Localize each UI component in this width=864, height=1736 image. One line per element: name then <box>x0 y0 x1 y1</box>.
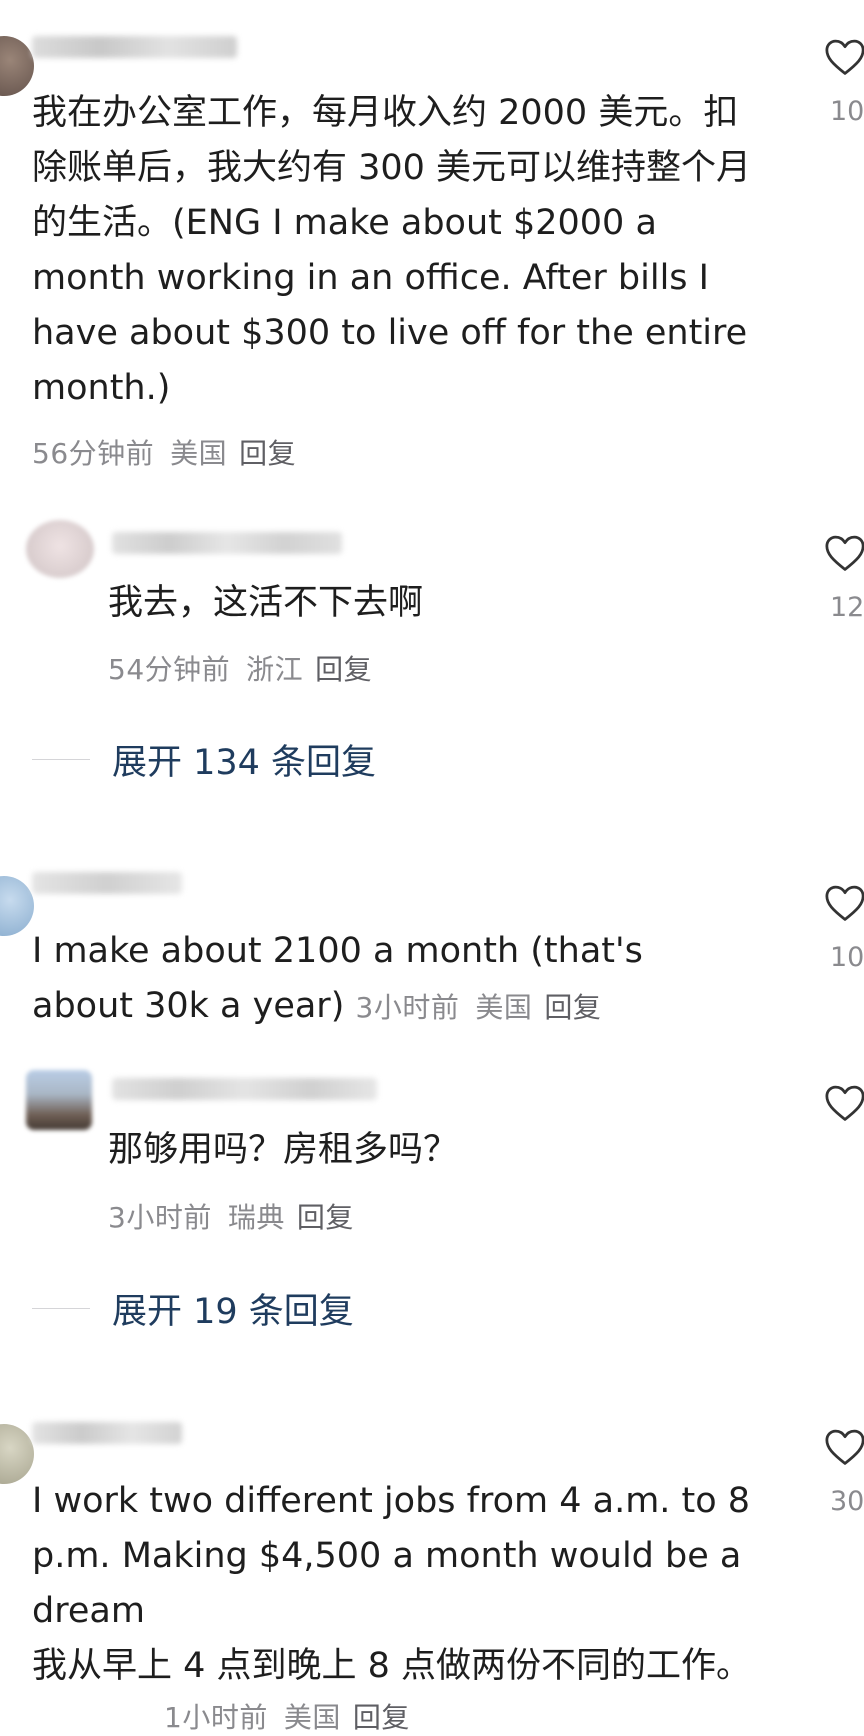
expand-replies-label: 展开 19 条回复 <box>112 1292 354 1332</box>
reply-button[interactable]: 回复 <box>239 437 296 470</box>
comment-region: 美国 <box>170 437 228 470</box>
comment-body: I work two different jobs from 4 a.m. to… <box>32 1481 752 1686</box>
reply-reply-button[interactable]: 回复 <box>315 653 372 686</box>
heart-outline-icon <box>825 39 864 75</box>
reply-like-button[interactable]: 12 <box>824 534 864 623</box>
comment-body: I make about 2100 a month (that's about … <box>32 924 752 1035</box>
like-count: 30 <box>830 1486 864 1517</box>
comment-time: 1小时前 <box>164 1701 268 1734</box>
reply-reply-button[interactable]: 回复 <box>297 1201 354 1234</box>
heart-outline-icon <box>825 1085 864 1121</box>
reply-button[interactable]: 回复 <box>353 1701 410 1734</box>
reply-body: 那够用吗？房租多吗？ <box>108 1130 459 1170</box>
reply-like-button[interactable] <box>824 1084 864 1122</box>
reply-like-count: 12 <box>830 592 864 623</box>
comment-body: 我在办公室工作，每月收入约 2000 美元。扣除账单后，我大约有 300 美元可… <box>32 93 752 408</box>
reply-region: 瑞典 <box>227 1201 285 1234</box>
comment-region: 美国 <box>283 1701 341 1734</box>
comment-time: 56分钟前 <box>32 437 155 470</box>
like-count: 10 <box>830 96 864 127</box>
expand-replies-button[interactable]: 展开 19 条回复 <box>32 1283 354 1334</box>
avatar[interactable] <box>0 36 34 96</box>
expand-replies-button[interactable]: 展开 134 条回复 <box>32 734 376 785</box>
heart-outline-icon <box>825 535 864 571</box>
comment-meta: 3小时前 美国 回复 <box>356 991 602 1024</box>
comment-meta: 1小时前 美国 回复 <box>164 1696 410 1736</box>
reply-username[interactable] <box>112 532 342 554</box>
username[interactable] <box>32 36 237 58</box>
reply-time: 3小时前 <box>108 1201 212 1234</box>
reply-avatar[interactable] <box>26 1070 92 1130</box>
expand-replies-label: 展开 134 条回复 <box>112 743 377 783</box>
reply-username[interactable] <box>112 1078 377 1100</box>
reply-avatar[interactable] <box>26 520 94 578</box>
heart-outline-icon <box>825 885 864 921</box>
reply-meta: 54分钟前 浙江 回复 <box>108 648 372 688</box>
like-button[interactable]: 10 <box>824 884 864 973</box>
reply-body: 我去，这活不下去啊 <box>108 583 424 623</box>
reply-time: 54分钟前 <box>108 653 231 686</box>
avatar[interactable] <box>0 1424 34 1484</box>
like-button[interactable]: 30 <box>824 1428 864 1517</box>
username[interactable] <box>32 872 182 894</box>
comment-region: 美国 <box>475 991 533 1024</box>
avatar[interactable] <box>0 876 34 936</box>
comment-meta: 56分钟前 美国 回复 <box>32 432 296 472</box>
like-count: 10 <box>830 942 864 973</box>
username[interactable] <box>32 1422 182 1444</box>
divider-line <box>32 1308 90 1309</box>
reply-button[interactable]: 回复 <box>544 991 601 1024</box>
reply-meta: 3小时前 瑞典 回复 <box>108 1196 354 1236</box>
divider-line <box>32 759 90 760</box>
like-button[interactable]: 10 <box>824 38 864 127</box>
reply-region: 浙江 <box>246 653 304 686</box>
heart-outline-icon <box>825 1429 864 1465</box>
comment-time: 3小时前 <box>355 991 460 1024</box>
